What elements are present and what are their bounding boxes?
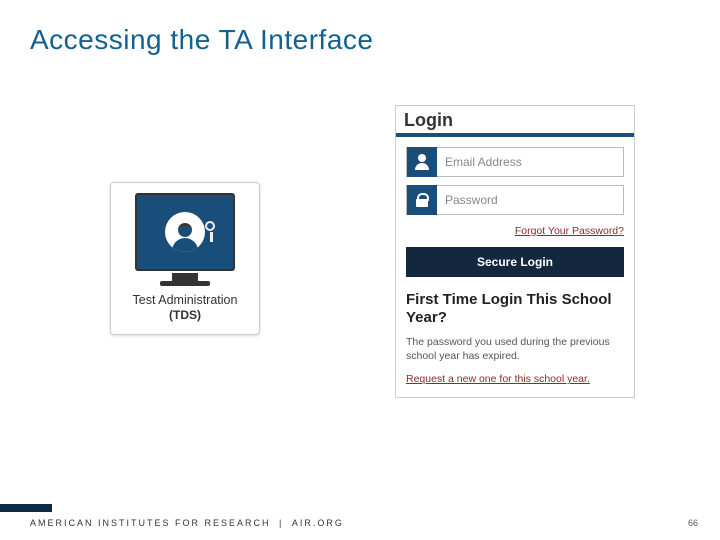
ta-card[interactable]: Test Administration (TDS) xyxy=(110,182,260,335)
expired-text: The password you used during the previou… xyxy=(406,335,624,363)
password-field-wrapper xyxy=(406,185,624,215)
email-field-wrapper xyxy=(406,147,624,177)
person-icon xyxy=(165,212,205,252)
footer-sep: | xyxy=(275,518,288,528)
ta-card-label: Test Administration xyxy=(119,292,251,308)
key-icon xyxy=(205,221,215,231)
forgot-password-row: Forgot Your Password? xyxy=(406,223,624,247)
first-time-heading: First Time Login This School Year? xyxy=(406,291,624,327)
monitor-stand xyxy=(172,273,198,281)
ta-card-sub: (TDS) xyxy=(119,308,251,322)
request-new-password-link[interactable]: Request a new one for this school year. xyxy=(406,373,590,385)
request-row: Request a new one for this school year. xyxy=(406,373,624,385)
monitor-base xyxy=(160,281,210,286)
footer-text: AMERICAN INSTITUTES FOR RESEARCH | AIR.O… xyxy=(30,518,344,528)
login-body: Forgot Your Password? Secure Login First… xyxy=(396,137,634,397)
monitor-icon xyxy=(135,193,235,271)
slide-title: Accessing the TA Interface xyxy=(30,24,373,56)
footer-site: AIR.ORG xyxy=(292,518,344,528)
footer-org: AMERICAN INSTITUTES FOR RESEARCH xyxy=(30,518,271,528)
email-input[interactable] xyxy=(437,148,623,176)
forgot-password-link[interactable]: Forgot Your Password? xyxy=(515,225,624,237)
login-panel: Login Forgot Your Password? Secure Login… xyxy=(395,105,635,398)
secure-login-button[interactable]: Secure Login xyxy=(406,247,624,277)
lock-icon xyxy=(407,185,437,215)
page-number: 66 xyxy=(688,518,698,528)
password-input[interactable] xyxy=(437,186,623,214)
user-icon xyxy=(407,147,437,177)
login-heading: Login xyxy=(396,106,634,137)
footer-accent-bar xyxy=(0,504,52,512)
